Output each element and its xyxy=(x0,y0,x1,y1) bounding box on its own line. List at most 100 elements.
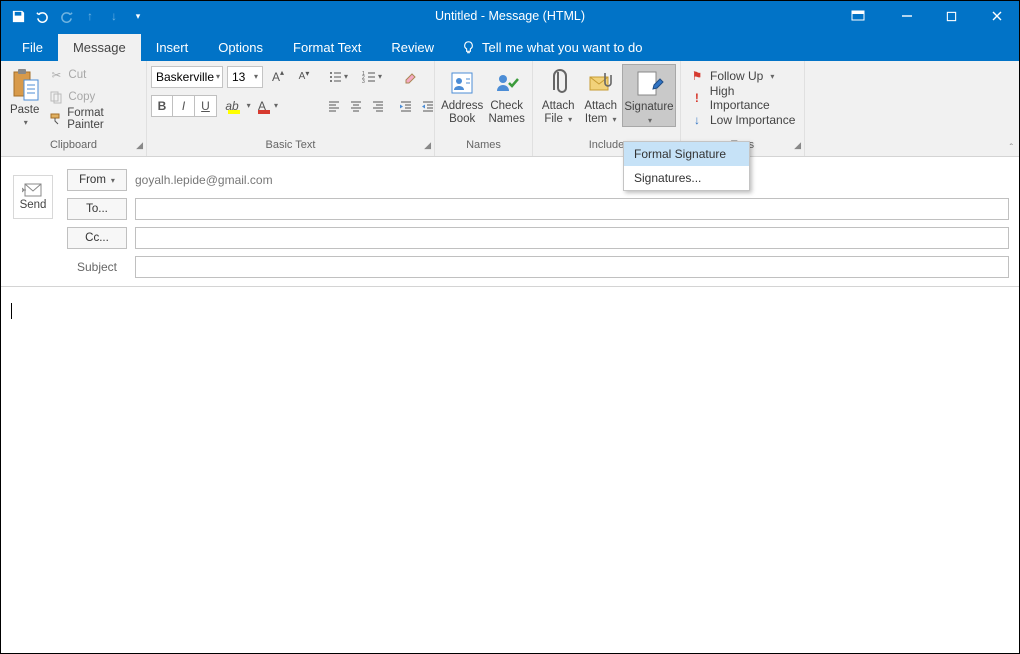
tab-options[interactable]: Options xyxy=(203,34,278,61)
group-clipboard-label: Clipboard xyxy=(50,139,97,151)
low-importance-button[interactable]: ↓ Low Importance xyxy=(685,109,799,131)
cc-button[interactable]: Cc... xyxy=(67,227,127,249)
attach-file-button[interactable]: Attach File ▾ xyxy=(537,64,579,125)
cut-button[interactable]: ✂ Cut xyxy=(44,64,142,86)
lightbulb-icon xyxy=(461,40,476,55)
scissors-icon: ✂ xyxy=(48,67,64,83)
to-input[interactable] xyxy=(135,198,1009,220)
tab-file[interactable]: File xyxy=(7,34,58,61)
bold-button[interactable]: B xyxy=(151,95,173,117)
qat-customize-icon[interactable]: ▾ xyxy=(127,5,149,27)
signature-label: Signature xyxy=(624,101,673,113)
font-name-value: Baskerville xyxy=(156,70,214,84)
font-name-combo[interactable]: Baskerville▾ xyxy=(151,66,223,88)
paste-button[interactable]: Paste▾ xyxy=(5,64,44,128)
address-book-label: Address Book xyxy=(441,100,483,125)
clear-formatting-button[interactable] xyxy=(399,66,421,88)
group-names: Address Book Check Names Names xyxy=(435,61,533,156)
message-body[interactable] xyxy=(1,287,1019,335)
check-names-label: Check Names xyxy=(488,100,524,125)
maximize-button[interactable] xyxy=(929,1,974,31)
subject-label: Subject xyxy=(67,260,127,274)
cc-input[interactable] xyxy=(135,227,1009,249)
to-button[interactable]: To... xyxy=(67,198,127,220)
from-button-label: From xyxy=(79,174,106,186)
window-controls xyxy=(840,1,1019,31)
grow-font-button[interactable]: A▴ xyxy=(267,66,289,88)
numbering-button[interactable]: 123▾ xyxy=(357,66,387,88)
previous-item-icon[interactable]: ↑ xyxy=(79,5,101,27)
align-right-button[interactable] xyxy=(367,95,389,117)
signature-item-signatures[interactable]: Signatures... xyxy=(624,166,749,190)
high-importance-icon: ! xyxy=(689,91,705,105)
format-painter-label: Format Painter xyxy=(67,107,138,131)
from-button[interactable]: From▾ xyxy=(67,169,127,191)
highlight-button[interactable]: ab▾ xyxy=(223,95,253,117)
group-basic-text: Baskerville▾ 13▾ A▴ A▾ B I U ab▾ A▾ xyxy=(147,61,435,156)
dialog-launcher-tags[interactable]: ◢ xyxy=(794,140,801,151)
redo-icon[interactable] xyxy=(55,5,77,27)
compose-header: Send From▾ goyalh.lepide@gmail.com To...… xyxy=(1,157,1019,282)
signature-icon xyxy=(632,67,666,101)
underline-button[interactable]: U xyxy=(195,95,217,117)
send-button[interactable]: Send xyxy=(13,175,53,219)
close-button[interactable] xyxy=(974,1,1019,31)
format-painter-icon xyxy=(48,111,63,127)
group-names-label: Names xyxy=(466,139,501,151)
from-account: goyalh.lepide@gmail.com xyxy=(135,173,273,187)
ribbon-tabs: File Message Insert Options Format Text … xyxy=(1,31,1019,61)
signature-dropdown: Formal Signature Signatures... xyxy=(623,141,750,191)
flag-icon: ⚑ xyxy=(689,69,705,83)
dialog-launcher-clipboard[interactable]: ◢ xyxy=(136,140,143,151)
copy-icon xyxy=(48,89,64,105)
format-painter-button[interactable]: Format Painter xyxy=(44,108,142,130)
check-names-button[interactable]: Check Names xyxy=(485,64,528,125)
high-importance-button[interactable]: ! High Importance xyxy=(685,87,800,109)
paste-label: Paste xyxy=(10,104,39,116)
font-color-button[interactable]: A▾ xyxy=(253,95,283,117)
save-icon[interactable] xyxy=(7,5,29,27)
svg-text:3: 3 xyxy=(362,79,365,84)
align-left-button[interactable] xyxy=(323,95,345,117)
italic-button[interactable]: I xyxy=(173,95,195,117)
align-center-button[interactable] xyxy=(345,95,367,117)
ribbon: Paste▾ ✂ Cut Copy Format Painte xyxy=(1,61,1019,157)
decrease-indent-button[interactable] xyxy=(395,95,417,117)
paste-icon xyxy=(9,66,41,104)
paperclip-icon xyxy=(541,66,575,100)
copy-label: Copy xyxy=(68,91,95,103)
tab-review[interactable]: Review xyxy=(376,34,449,61)
text-cursor xyxy=(11,303,12,319)
address-book-button[interactable]: Address Book xyxy=(439,64,485,125)
send-icon xyxy=(22,183,44,197)
group-basic-text-label: Basic Text xyxy=(266,139,316,151)
tab-message[interactable]: Message xyxy=(58,34,141,61)
attach-item-icon xyxy=(584,66,618,100)
next-item-icon[interactable]: ↓ xyxy=(103,5,125,27)
cut-label: Cut xyxy=(68,69,86,81)
group-include-label: Include xyxy=(589,139,624,151)
send-label: Send xyxy=(20,199,47,211)
quick-access-toolbar: ↑ ↓ ▾ xyxy=(1,5,149,27)
minimize-button[interactable] xyxy=(884,1,929,31)
copy-button[interactable]: Copy xyxy=(44,86,142,108)
tell-me-search[interactable]: Tell me what you want to do xyxy=(449,34,654,61)
ribbon-display-options-icon[interactable] xyxy=(840,1,876,31)
subject-input[interactable] xyxy=(135,256,1009,278)
low-importance-label: Low Importance xyxy=(710,113,795,127)
bullets-button[interactable]: ▾ xyxy=(323,66,353,88)
shrink-font-button[interactable]: A▾ xyxy=(293,66,315,88)
undo-icon[interactable] xyxy=(31,5,53,27)
tab-insert[interactable]: Insert xyxy=(141,34,204,61)
tab-format-text[interactable]: Format Text xyxy=(278,34,376,61)
group-clipboard: Paste▾ ✂ Cut Copy Format Painte xyxy=(1,61,147,156)
collapse-ribbon-button[interactable]: ˆ xyxy=(1010,143,1013,154)
attach-item-button[interactable]: Attach Item ▾ xyxy=(579,64,621,125)
signature-button[interactable]: Signature▾ xyxy=(622,64,676,127)
font-size-combo[interactable]: 13▾ xyxy=(227,66,263,88)
dialog-launcher-basic-text[interactable]: ◢ xyxy=(424,140,431,151)
tell-me-label: Tell me what you want to do xyxy=(482,40,642,55)
signature-item-formal[interactable]: Formal Signature xyxy=(624,142,749,166)
font-size-value: 13 xyxy=(232,70,245,84)
follow-up-label: Follow Up xyxy=(710,69,763,83)
